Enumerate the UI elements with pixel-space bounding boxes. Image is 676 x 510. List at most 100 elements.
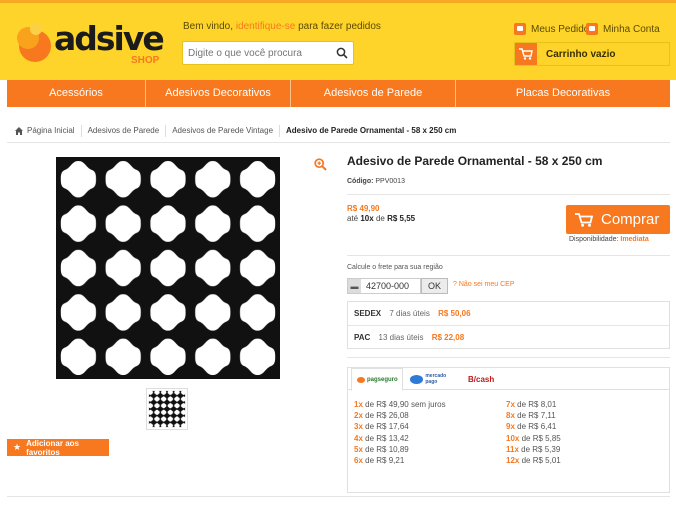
divider [347, 357, 670, 358]
list-item: 10x de R$ 5,85 [506, 433, 561, 443]
list-item: 6x de R$ 9,21 [354, 455, 405, 465]
shipping-option-pac: PAC 13 dias úteis R$ 22,08 [354, 333, 464, 342]
list-item: 9x de R$ 6,41 [506, 422, 557, 432]
divider [7, 496, 670, 497]
installment-mid: de [375, 214, 385, 223]
my-account-link[interactable]: Minha Conta [586, 23, 660, 35]
truck-icon: ▬ [348, 279, 361, 293]
divider [348, 325, 669, 326]
payment-tabs: pagseguro mercado pago B/cash [348, 368, 669, 391]
cart-button[interactable]: Carrinho vazio [514, 42, 670, 66]
list-item: 12x de R$ 5,01 [506, 455, 561, 465]
list-item: 4x de R$ 13,42 [354, 433, 409, 443]
my-orders-link[interactable]: Meus Pedidos [514, 23, 594, 35]
add-to-favorites-button[interactable]: ★ Adicionar aos favoritos [7, 438, 109, 457]
breadcrumb: Página Inicial Adesivos de Parede Adesiv… [7, 119, 670, 143]
installment-summary: até 10x de R$ 5,55 [347, 214, 415, 223]
list-item: 3x de R$ 17,64 [354, 422, 409, 432]
list-item: 11x de R$ 5,39 [506, 444, 561, 454]
home-icon[interactable] [15, 126, 23, 135]
shipping-price: R$ 50,06 [438, 309, 471, 318]
buy-button[interactable]: Comprar [566, 205, 670, 234]
payment-options: pagseguro mercado pago B/cash 1x de R$ 4… [347, 367, 670, 493]
shipping-name: SEDEX [354, 309, 382, 318]
list-item: 7x de R$ 8,01 [506, 400, 557, 409]
installment-count: 10x [360, 214, 374, 223]
login-link[interactable]: identifique-se [236, 21, 295, 32]
my-orders-label: Meus Pedidos [531, 23, 595, 35]
availability-value: Imediata [620, 236, 649, 243]
freight-label: Calcule o frete para sua região [347, 264, 443, 271]
shipping-days: 7 dias úteis [389, 309, 430, 318]
search-icon[interactable] [336, 47, 348, 59]
help-icon: ? [453, 281, 457, 288]
brand-sub: SHOP [131, 55, 160, 66]
list-item: 5x de R$ 10,89 [354, 444, 409, 454]
breadcrumb-home[interactable]: Página Inicial [27, 124, 82, 137]
star-icon: ★ [13, 442, 22, 452]
logo-mark-icon [17, 23, 51, 62]
list-item: 8x de R$ 7,11 [506, 411, 556, 421]
cep-value: 42700-000 [366, 281, 410, 291]
availability: Disponibilidade: Imediata [569, 236, 649, 243]
orders-icon [514, 23, 526, 35]
product-price: R$ 49,90 [347, 204, 380, 213]
product-title: Adesivo de Parede Ornamental - 58 x 250 … [347, 154, 603, 168]
product-thumbnail[interactable] [146, 388, 188, 430]
tab-pagseguro[interactable]: pagseguro [351, 368, 403, 391]
tab-label: B/cash [468, 374, 495, 384]
breadcrumb-category[interactable]: Adesivos de Parede [82, 124, 167, 137]
breadcrumb-current: Adesivo de Parede Ornamental - 58 x 250 … [286, 125, 457, 135]
no-cep-label: Não sei meu CEP [458, 281, 515, 288]
installment-prefix: até [347, 214, 359, 223]
nav-item-adesivos-decorativos[interactable]: Adesivos Decorativos [146, 80, 291, 107]
shipping-days: 13 dias úteis [378, 333, 424, 342]
search-input[interactable] [183, 42, 333, 64]
divider [347, 255, 670, 256]
mercado-pago-icon [410, 374, 424, 384]
shipping-name: PAC [354, 333, 371, 342]
tab-mercado-pago[interactable]: mercado pago [410, 368, 458, 390]
divider [347, 194, 670, 195]
shipping-price: R$ 22,08 [431, 333, 465, 342]
installment-list-1: 1x de R$ 49,90 sem juros 2x de R$ 26,08 … [354, 399, 446, 466]
tab-bcash[interactable]: B/cash [468, 368, 498, 390]
cart-label: Carrinho vazio [546, 48, 616, 60]
search-box [182, 41, 354, 65]
shipping-options: SEDEX 7 dias úteis R$ 50,06 PAC 13 dias … [347, 301, 670, 349]
nav-item-adesivos-de-parede[interactable]: Adesivos de Parede [291, 80, 456, 107]
buy-label: Comprar [601, 211, 660, 228]
installment-list-2: 7x de R$ 8,01 8x de R$ 7,11 9x de R$ 6,4… [506, 399, 561, 466]
tab-label: pagseguro [367, 376, 398, 383]
cep-ok-button[interactable]: OK [421, 278, 448, 294]
breadcrumb-subcategory[interactable]: Adesivos de Parede Vintage [166, 124, 281, 137]
welcome-suffix: para fazer pedidos [298, 21, 381, 32]
product-code-value: PPV0013 [375, 178, 405, 185]
list-item: 2x de R$ 26,08 [354, 411, 409, 421]
cart-icon [575, 212, 593, 227]
installment-value: R$ 5,55 [387, 214, 416, 223]
welcome-prefix: Bem vindo, [183, 21, 234, 32]
brand-name: adsive [54, 19, 165, 58]
cart-icon [515, 43, 537, 65]
my-account-label: Minha Conta [603, 23, 660, 35]
welcome-text: Bem vindo, identifique-se para fazer ped… [183, 21, 381, 32]
nav-item-placas-decorativas[interactable]: Placas Decorativas [456, 80, 670, 107]
pagseguro-icon [357, 376, 365, 383]
shipping-option-sedex: SEDEX 7 dias úteis R$ 50,06 [354, 309, 471, 318]
product-code-label: Código: [347, 178, 374, 185]
cep-field[interactable]: ▬ 42700-000 [347, 278, 421, 294]
main-nav: Acessórios Adesivos Decorativos Adesivos… [7, 80, 670, 107]
availability-label: Disponibilidade: [569, 236, 619, 243]
nav-item-acessorios[interactable]: Acessórios [7, 80, 146, 107]
account-icon [586, 23, 598, 35]
site-header: adsive SHOP Bem vindo, identifique-se pa… [0, 0, 676, 80]
product-code: Código: PPV0013 [347, 178, 405, 185]
zoom-icon[interactable] [314, 158, 327, 171]
tab-label: mercado pago [425, 373, 447, 385]
product-image[interactable] [56, 157, 280, 379]
site-logo[interactable]: adsive SHOP [14, 17, 165, 69]
favorites-label: Adicionar aos favoritos [26, 438, 79, 457]
list-item: 1x de R$ 49,90 sem juros [354, 400, 446, 409]
no-cep-link[interactable]: ? Não sei meu CEP [453, 281, 515, 288]
